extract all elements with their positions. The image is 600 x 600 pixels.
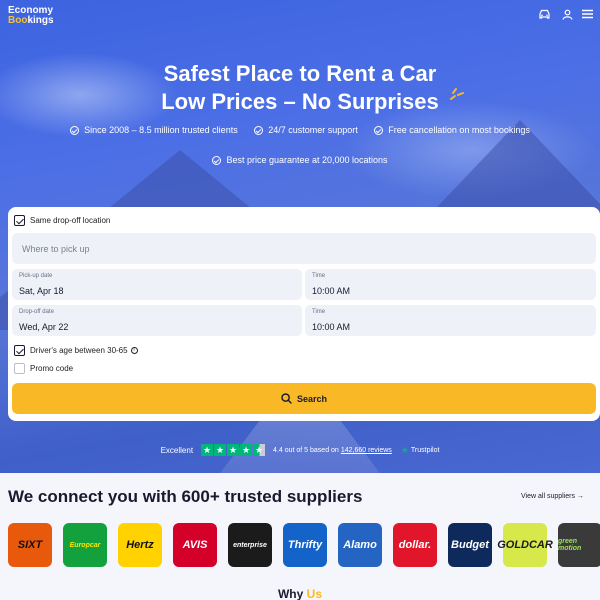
driver-age-label: Driver's age between 30-65 <box>30 346 128 355</box>
dropoff-date-value: Wed, Apr 22 <box>19 322 69 332</box>
check-circle-icon <box>212 155 222 165</box>
driver-age-toggle[interactable]: Driver's age between 30-65 i <box>14 345 138 356</box>
user-icon[interactable] <box>560 7 574 21</box>
dropoff-date-label: Drop-off date <box>19 309 54 315</box>
supplier-logo-thrifty[interactable]: Thrifty <box>283 523 327 567</box>
hero-headline: Safest Place to Rent a Car Low Prices – … <box>0 60 600 116</box>
supplier-logo-europcar[interactable]: Europcar <box>63 523 107 567</box>
pickup-location-input[interactable]: Where to pick up <box>12 233 596 264</box>
search-icon <box>281 393 292 404</box>
trust-reviews-link[interactable]: 142,660 reviews <box>341 447 392 454</box>
pickup-time-label: Time <box>312 273 326 279</box>
pickup-date-field[interactable]: Pick-up date Sat, Apr 18 <box>12 269 302 300</box>
info-icon[interactable]: i <box>130 347 138 354</box>
star-half-icon: ★ <box>253 444 266 456</box>
pickup-time-field[interactable]: Time 10:00 AM <box>305 269 596 300</box>
headline-line1: Safest Place to Rent a Car <box>163 61 437 86</box>
dropoff-date-field[interactable]: Drop-off date Wed, Apr 22 <box>12 305 302 336</box>
dropoff-time-field[interactable]: Time 10:00 AM <box>305 305 596 336</box>
logo-line2: Bookings <box>8 15 54 26</box>
menu-icon[interactable] <box>580 7 594 21</box>
supplier-logos: SIXT Europcar Hertz AVIS enterprise Thrifty Al… <box>8 523 600 567</box>
trustpilot-logo: ★ Trustpilot <box>400 444 440 455</box>
star-icon: ★ <box>214 444 227 456</box>
same-dropoff-label: Same drop-off location <box>30 216 111 225</box>
supplier-logo-alamo[interactable]: Alamo <box>338 523 382 567</box>
trustpilot-widget[interactable]: Excellent ★ ★ ★ ★ ★ 4.4 out of 5 based o… <box>0 443 600 457</box>
car-icon[interactable] <box>537 7 551 21</box>
same-dropoff-checkbox[interactable] <box>14 215 25 226</box>
sparkle-icon <box>450 88 464 100</box>
headline-line2: Low Prices – No Surprises <box>161 89 439 114</box>
pickup-time-value: 10:00 AM <box>312 286 351 296</box>
promo-code-checkbox[interactable] <box>14 363 25 374</box>
check-circle-icon <box>374 125 384 135</box>
star-icon: ★ <box>227 444 240 456</box>
suppliers-title: We connect you with 600+ trusted supplie… <box>8 487 363 506</box>
same-dropoff-toggle[interactable]: Same drop-off location <box>14 215 110 226</box>
dropoff-time-value: 10:00 AM <box>312 322 351 332</box>
pickup-location-placeholder: Where to pick up <box>22 244 90 254</box>
benefits-row: Since 2008 – 8.5 million trusted clients… <box>0 125 600 137</box>
check-circle-icon <box>254 125 264 135</box>
supplier-logo-green-motion[interactable]: green motion <box>558 523 600 567</box>
supplier-logo-budget[interactable]: Budget <box>448 523 492 567</box>
trustpilot-star-icon: ★ <box>400 444 409 455</box>
supplier-logo-avis[interactable]: AVIS <box>173 523 217 567</box>
why-us-heading: Why Us <box>277 587 323 600</box>
promo-code-label: Promo code <box>30 364 74 373</box>
search-button-label: Search <box>296 393 328 404</box>
view-all-suppliers-link[interactable]: View all suppliers → <box>521 493 584 500</box>
search-form: Same drop-off location Where to pick up … <box>8 207 600 421</box>
trust-stars: ★ ★ ★ ★ ★ <box>201 444 266 456</box>
check-circle-icon <box>70 125 80 135</box>
driver-age-checkbox[interactable] <box>14 345 25 356</box>
benefits-row-2: Best price guarantee at 20,000 locations <box>0 155 600 167</box>
star-icon: ★ <box>240 444 253 456</box>
supplier-logo-goldcar[interactable]: GOLDCAR <box>497 523 553 567</box>
dropoff-time-label: Time <box>312 309 326 315</box>
benefit-item: Since 2008 – 8.5 million trusted clients <box>70 125 238 135</box>
trust-rating-word: Excellent <box>160 445 194 455</box>
search-button[interactable]: Search <box>12 383 596 414</box>
supplier-logo-hertz[interactable]: Hertz <box>118 523 162 567</box>
promo-code-toggle[interactable]: Promo code <box>14 363 73 374</box>
benefit-item: Best price guarantee at 20,000 locations <box>212 155 388 165</box>
arrow-right-icon: → <box>576 493 584 500</box>
star-icon: ★ <box>201 444 214 456</box>
supplier-logo-sixt[interactable]: SIXT <box>8 523 52 567</box>
trust-score-text: 4.4 out of 5 based on <box>273 446 339 454</box>
brand-logo[interactable]: Economy Bookings <box>8 6 54 26</box>
top-bar: Economy Bookings <box>0 0 600 30</box>
benefit-item: 24/7 customer support <box>254 125 358 135</box>
supplier-logo-dollar[interactable]: dollar. <box>393 523 437 567</box>
pickup-date-value: Sat, Apr 18 <box>19 286 64 296</box>
pickup-date-label: Pick-up date <box>19 273 53 279</box>
supplier-logo-enterprise[interactable]: enterprise <box>228 523 272 567</box>
benefit-item: Free cancellation on most bookings <box>374 125 530 135</box>
